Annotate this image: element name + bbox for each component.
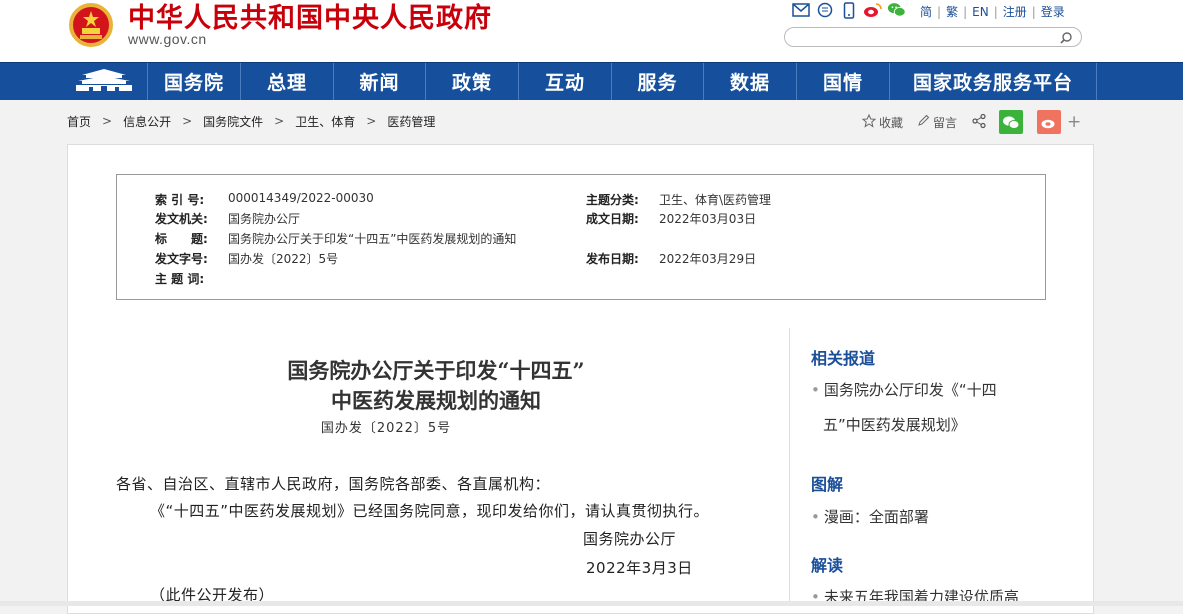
nav-item-interaction[interactable]: 互动 <box>518 63 611 100</box>
main-nav: 国务院 总理 新闻 政策 互动 服务 数据 国情 国家政务服务平台 <box>0 62 1183 100</box>
index-value: 000014349/2022-00030 <box>228 191 374 205</box>
graphic-item-label: 漫画：全面部署 <box>823 508 929 526</box>
nav-item-premier[interactable]: 总理 <box>240 63 333 100</box>
publish-date-label: 发布日期: <box>586 252 639 266</box>
column-divider <box>789 328 790 606</box>
nav-item-data[interactable]: 数据 <box>703 63 796 100</box>
graphic-link[interactable]: • 漫画：全面部署 <box>811 506 929 527</box>
site-header: 中华人民共和国中央人民政府 www.gov.cn 简 | 繁 | EN | 注册 | 登… <box>0 0 1183 62</box>
chevron-right-icon: > <box>366 114 377 128</box>
english-link[interactable]: EN <box>970 5 991 19</box>
share-button[interactable] <box>971 113 987 132</box>
comment-button[interactable]: 留言 <box>917 114 957 131</box>
article-title-line1: 国务院办公厅关于印发“十四五” <box>287 358 585 383</box>
favorite-label: 收藏 <box>879 115 904 130</box>
national-emblem-icon[interactable] <box>68 2 114 48</box>
weibo-icon[interactable] <box>863 1 883 19</box>
index-label: 索 引 号: <box>155 193 205 207</box>
related-report-line1: 国务院办公厅印发《“十四 <box>823 381 997 399</box>
login-link[interactable]: 登录 <box>1039 3 1067 20</box>
graphics-heading: 图解 <box>811 475 844 494</box>
nav-item-service-platform[interactable]: 国家政务服务平台 <box>889 63 1097 100</box>
chevron-right-icon: > <box>274 114 285 128</box>
mobile-icon[interactable] <box>839 1 859 19</box>
chevron-right-icon: > <box>102 114 113 128</box>
message-icon[interactable] <box>815 1 835 19</box>
share-bar: 收藏 留言 + <box>861 110 1081 134</box>
favorite-button[interactable]: 收藏 <box>861 113 904 131</box>
category-label: 主题分类: <box>586 193 639 207</box>
pencil-icon <box>917 114 930 130</box>
article-salutation: 各省、自治区、直辖市人民政府，国务院各部委、各直属机构： <box>116 475 551 493</box>
related-report-line2[interactable]: 五”中医药发展规划》 <box>823 414 966 435</box>
horizontal-scrollbar[interactable] <box>0 601 1183 606</box>
article-body: 《“十四五”中医药发展规划》已经国务院同意，现印发给你们，请认真贯彻执行。 <box>150 502 710 520</box>
interpretation-heading: 解读 <box>811 556 844 575</box>
mail-icon[interactable] <box>791 1 811 19</box>
title-label: 标 题: <box>155 232 208 246</box>
nav-items: 国务院 总理 新闻 政策 互动 服务 数据 国情 国家政务服务平台 <box>147 63 1097 100</box>
publish-date-value: 2022年03月29日 <box>659 252 757 266</box>
breadcrumb-health-sports[interactable]: 卫生、体育 <box>295 113 355 130</box>
nav-item-policy[interactable]: 政策 <box>425 63 518 100</box>
search-icon[interactable] <box>1059 30 1073 44</box>
weibo-share-icon[interactable] <box>1037 110 1062 134</box>
traditional-link[interactable]: 繁 <box>944 3 960 20</box>
site-title[interactable]: 中华人民共和国中央人民政府 <box>128 0 492 35</box>
top-links: 简 | 繁 | EN | 注册 | 登录 <box>918 3 1067 20</box>
tiananmen-icon <box>74 67 134 97</box>
home-nav-button[interactable] <box>60 63 147 100</box>
nav-item-national-info[interactable]: 国情 <box>796 63 889 100</box>
comment-label: 留言 <box>933 115 958 130</box>
wechat-icon[interactable] <box>887 1 907 19</box>
title-value: 国务院办公厅关于印发“十四五”中医药发展规划的通知 <box>228 232 517 246</box>
header-tools <box>791 1 907 19</box>
share-icon <box>971 113 987 132</box>
nav-item-news[interactable]: 新闻 <box>333 63 425 100</box>
article-title-line2: 中医药发展规划的通知 <box>331 388 541 413</box>
article-doc-number: 国办发〔2022〕5号 <box>320 421 452 436</box>
document-meta-table: 索 引 号: 000014349/2022-00030 主题分类: 卫生、体育\… <box>116 174 1046 300</box>
article-sign-org: 国务院办公厅 <box>583 530 677 548</box>
more-share-icon[interactable]: + <box>1067 112 1081 132</box>
article-sign-date: 2022年3月3日 <box>586 559 693 577</box>
nav-item-services[interactable]: 服务 <box>611 63 703 100</box>
doc-number-label: 发文字号: <box>155 252 208 266</box>
wechat-share-icon[interactable] <box>999 110 1024 134</box>
breadcrumb-info-disclosure[interactable]: 信息公开 <box>123 113 171 130</box>
search-box <box>784 27 1082 47</box>
related-report-link[interactable]: • 国务院办公厅印发《“十四 <box>811 379 997 400</box>
issuer-label: 发文机关: <box>155 212 208 226</box>
issuer-value: 国务院办公厅 <box>228 212 301 226</box>
breadcrumb-medicine-management[interactable]: 医药管理 <box>387 113 435 130</box>
site-url[interactable]: www.gov.cn <box>128 31 207 47</box>
simplified-link[interactable]: 简 <box>918 3 934 20</box>
star-icon <box>861 113 877 131</box>
date-made-value: 2022年03月03日 <box>659 212 757 226</box>
breadcrumb: 首页 > 信息公开 > 国务院文件 > 卫生、体育 > 医药管理 <box>67 112 435 130</box>
category-value: 卫生、体育\医药管理 <box>659 193 772 207</box>
article-title: 国务院办公厅关于印发“十四五” 中医药发展规划的通知 <box>116 356 756 416</box>
keywords-label: 主 题 词: <box>155 272 205 286</box>
chevron-right-icon: > <box>182 114 193 128</box>
search-input[interactable] <box>795 30 1049 46</box>
doc-number-value: 国办发〔2022〕5号 <box>228 252 339 266</box>
breadcrumb-state-council-docs[interactable]: 国务院文件 <box>203 113 263 130</box>
register-link[interactable]: 注册 <box>1001 3 1029 20</box>
nav-item-state-council[interactable]: 国务院 <box>147 63 240 100</box>
breadcrumb-home[interactable]: 首页 <box>67 113 91 130</box>
related-reports-heading: 相关报道 <box>811 349 876 368</box>
date-made-label: 成文日期: <box>586 212 639 226</box>
